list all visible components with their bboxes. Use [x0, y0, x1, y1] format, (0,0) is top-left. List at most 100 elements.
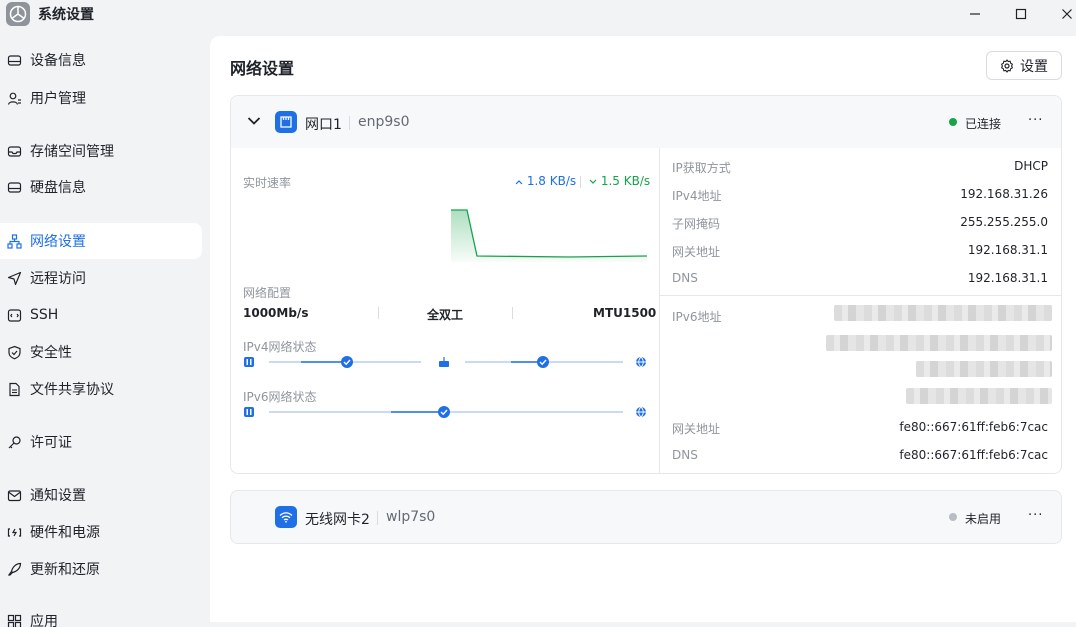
mtu-value: MTU1500: [593, 306, 657, 320]
ipv6-status-label: IPv6网络状态: [243, 390, 317, 404]
apps-icon: [6, 613, 22, 627]
app-logo-icon: [6, 2, 30, 26]
subnet-mask-label: 子网掩码: [672, 217, 721, 231]
sidebar-item-label: SSH: [30, 307, 59, 323]
main-panel: 网络设置 设置 网口1 enp9s0 已连接 ··· 实时速率 1.8 KB/s: [210, 36, 1076, 622]
sidebar-item-security[interactable]: 安全性: [0, 334, 202, 370]
wireless-name: 无线网卡2: [305, 512, 370, 528]
maximize-icon: [1015, 8, 1027, 20]
upload-speed: 1.8 KB/s: [515, 174, 576, 188]
sidebar-item-label: 网络设置: [30, 234, 86, 250]
sidebar-item-label: 硬件和电源: [30, 525, 100, 541]
file-icon: [6, 381, 22, 397]
page-title: 网络设置: [230, 59, 295, 78]
more-options-button[interactable]: ···: [1028, 113, 1043, 128]
sidebar-item-label: 存储空间管理: [30, 144, 114, 160]
ipv6-dns-value: fe80::667:61ff:feb6:7cac: [899, 448, 1048, 462]
sidebar-item-update-restore[interactable]: 更新和还原: [0, 551, 202, 587]
wireless-device: wlp7s0: [386, 509, 436, 525]
realtime-speed-label: 实时速率: [243, 176, 292, 190]
maximize-button[interactable]: [1006, 2, 1036, 26]
sidebar-item-apps[interactable]: 应用: [0, 603, 202, 627]
storage-icon: [6, 143, 22, 159]
sidebar-item-label: 应用: [30, 614, 58, 627]
status-text: 已连接: [965, 117, 1002, 131]
link-speed: 1000Mb/s: [243, 306, 309, 320]
sidebar-item-network[interactable]: 网络设置: [0, 223, 202, 259]
ipv4-dns-label: DNS: [672, 271, 698, 285]
status-indicator: [949, 118, 957, 126]
redacted-ipv6-address: [826, 335, 1052, 351]
sidebar-item-remote-access[interactable]: 远程访问: [0, 260, 202, 296]
ethernet-port-icon: [275, 111, 297, 133]
arrow-up-icon: [515, 180, 523, 185]
send-icon: [6, 270, 22, 286]
close-button[interactable]: [1052, 2, 1076, 26]
power-icon: [6, 524, 22, 540]
sidebar-item-disk-info[interactable]: 硬盘信息: [0, 169, 202, 205]
window-title: 系统设置: [38, 7, 94, 23]
user-icon: [6, 90, 22, 106]
ipv6-gateway-label: 网关地址: [672, 422, 721, 436]
minimize-icon: [970, 13, 980, 15]
more-options-button[interactable]: ···: [1028, 508, 1043, 523]
sidebar-item-label: 设备信息: [30, 53, 86, 69]
traffic-sparkline: [451, 209, 648, 262]
divider: [660, 295, 1062, 296]
sidebar-item-label: 硬盘信息: [30, 180, 86, 196]
redacted-ipv6-address: [834, 305, 1052, 321]
port-card-header[interactable]: 网口1 enp9s0 已连接 ···: [231, 96, 1061, 148]
network-icon: [6, 233, 22, 249]
arrow-down-icon: [589, 179, 597, 184]
settings-button-label: 设置: [1020, 58, 1048, 75]
subnet-mask-value: 255.255.255.0: [960, 215, 1048, 229]
sidebar-item-license[interactable]: 许可证: [0, 424, 202, 460]
status-indicator: [949, 513, 957, 521]
sidebar-item-label: 远程访问: [30, 271, 86, 287]
divider: [378, 307, 379, 319]
sidebar-item-user-management[interactable]: 用户管理: [0, 80, 202, 116]
sidebar-item-file-sharing[interactable]: 文件共享协议: [0, 371, 202, 407]
ip-info-panel: IP获取方式 DHCP IPv4地址 192.168.31.26 子网掩码 25…: [659, 148, 1062, 474]
ip-method-label: IP获取方式: [672, 161, 731, 175]
mail-icon: [6, 487, 22, 503]
sidebar-item-hardware-power[interactable]: 硬件和电源: [0, 514, 202, 550]
ipv4-address-value: 192.168.31.26: [960, 187, 1048, 201]
divider: [349, 116, 350, 130]
ip-method-value: DHCP: [1014, 159, 1048, 173]
ipv6-status-diagram: [244, 406, 646, 418]
sidebar-item-label: 通知设置: [30, 488, 86, 504]
sidebar-item-label: 更新和还原: [30, 562, 100, 578]
rocket-icon: [6, 561, 22, 577]
wifi-icon: [275, 506, 297, 528]
port-device: enp9s0: [358, 114, 410, 130]
settings-button[interactable]: 设置: [986, 51, 1062, 80]
status-text: 未启用: [965, 512, 1002, 526]
sidebar: 设备信息 用户管理 存储空间管理 硬盘信息 网络设置 远程访问 SSH 安全性 …: [0, 36, 210, 627]
sidebar-item-device-info[interactable]: 设备信息: [0, 42, 202, 78]
divider: [377, 511, 378, 525]
divider: [512, 307, 513, 319]
sidebar-item-label: 许可证: [30, 435, 72, 451]
redacted-ipv6-address: [916, 361, 1052, 377]
ipv4-status-label: IPv4网络状态: [243, 340, 317, 354]
minimize-button[interactable]: [960, 2, 990, 26]
port-name: 网口1: [305, 117, 342, 133]
wireless-card[interactable]: 无线网卡2 wlp7s0 未启用 ···: [230, 490, 1062, 544]
ipv4-gateway-value: 192.168.31.1: [967, 243, 1048, 257]
sidebar-item-label: 用户管理: [30, 91, 86, 107]
ipv4-status-diagram: [244, 356, 646, 368]
ipv4-dns-value: 192.168.31.1: [967, 271, 1048, 285]
duplex-mode: 全双工: [427, 308, 464, 322]
network-port-card: 网口1 enp9s0 已连接 ··· 实时速率 1.8 KB/s 1.5 KB/…: [230, 95, 1062, 474]
gear-icon: [1001, 58, 1013, 73]
upload-speed-value: 1.8 KB/s: [526, 174, 577, 188]
shield-icon: [6, 344, 22, 360]
sidebar-item-ssh[interactable]: SSH: [0, 297, 202, 333]
chevron-down-icon[interactable]: [247, 116, 261, 126]
disk-icon: [6, 179, 22, 195]
sidebar-item-notifications[interactable]: 通知设置: [0, 477, 202, 513]
sidebar-item-storage[interactable]: 存储空间管理: [0, 133, 202, 169]
sidebar-item-label: 安全性: [30, 345, 72, 361]
ipv4-gateway-label: 网关地址: [672, 245, 721, 259]
